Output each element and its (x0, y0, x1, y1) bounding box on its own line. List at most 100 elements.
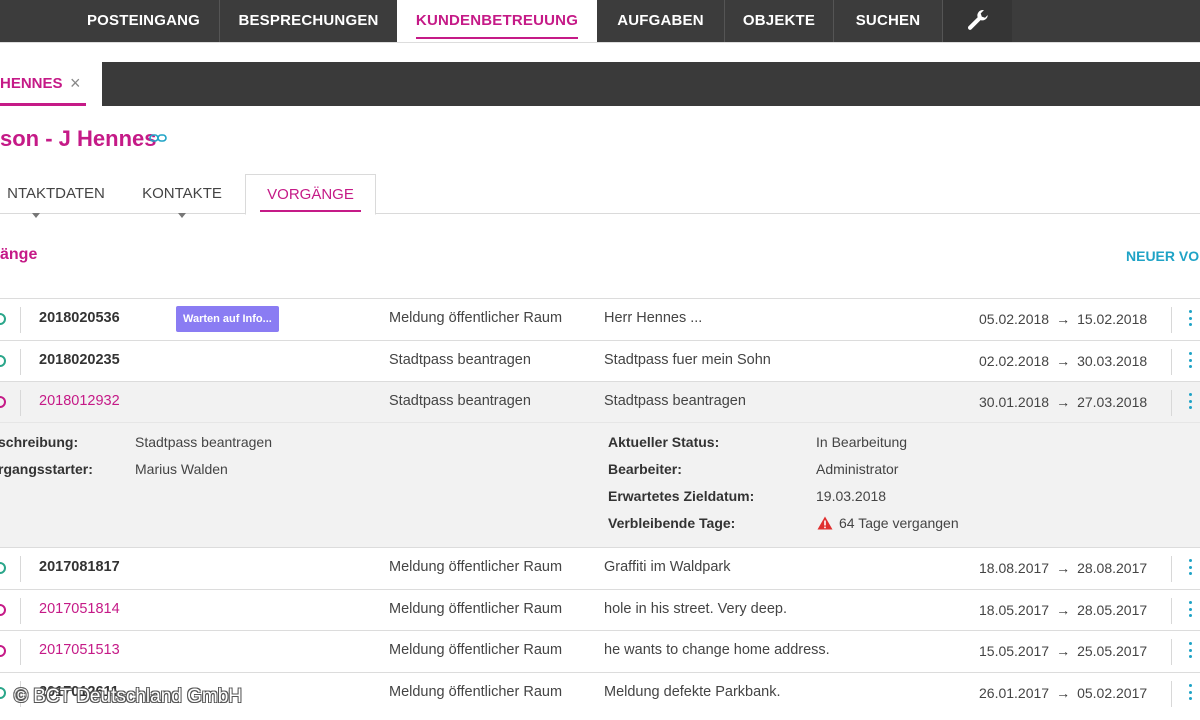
date-range: 15.05.2017 → 25.05.2017 (979, 643, 1148, 659)
more-vertical-icon[interactable] (1188, 393, 1194, 413)
status-dot (0, 687, 6, 699)
case-number: 2018020235 (39, 352, 120, 368)
warning-triangle-icon (817, 516, 833, 530)
table-row-expanded[interactable]: 2018012932 Stadtpass beantragen Stadtpas… (0, 381, 1200, 423)
case-number-link[interactable]: 2017051513 (39, 642, 120, 658)
divider (1171, 390, 1172, 416)
date-range: 05.02.2018 → 15.02.2018 (979, 311, 1148, 327)
tools-button[interactable] (942, 0, 1012, 42)
section-heading: änge (0, 246, 38, 263)
case-description: he wants to change home address. (604, 642, 830, 658)
more-vertical-icon[interactable] (1188, 310, 1194, 330)
divider (20, 598, 21, 624)
sub-tabs: NTAKTDATEN KONTAKTE VORGÄNGE (0, 174, 1200, 218)
divider (20, 349, 21, 375)
nav-suchen[interactable]: SUCHEN (833, 0, 942, 42)
case-number: 2018020536 (39, 310, 120, 326)
case-number-link[interactable]: 2018012932 (39, 393, 120, 409)
close-icon[interactable]: × (70, 73, 81, 94)
case-number-link[interactable]: 2017051814 (39, 601, 120, 617)
assignee-label: Bearbeiter: (608, 461, 682, 477)
description-label: schreibung: (0, 434, 79, 450)
case-description: hole in his street. Very deep. (604, 601, 787, 617)
nav-posteingang[interactable]: POSTEINGANG (68, 0, 219, 42)
case-type: Meldung öffentlicher Raum (389, 642, 563, 658)
divider (1171, 307, 1172, 333)
nav-aufgaben[interactable]: AUFGABEN (597, 0, 724, 42)
table-row[interactable]: 2017051513 Meldung öffentlicher Raum he … (0, 630, 1200, 672)
date-range: 26.01.2017 → 05.02.2017 (979, 685, 1148, 701)
tab-kontakte[interactable]: KONTAKTE (126, 174, 238, 214)
nav-objekte[interactable]: OBJEKTE (724, 0, 833, 42)
nav-right-filler (1012, 0, 1200, 42)
divider (1171, 349, 1172, 375)
divider (1171, 681, 1172, 707)
page-title: son - J Hennes (0, 126, 157, 151)
divider (20, 556, 21, 582)
table-row[interactable]: 2017081817 Meldung öffentlicher Raum Gra… (0, 547, 1200, 589)
wrench-icon (967, 10, 989, 30)
arrow-right-icon: → (1056, 394, 1071, 410)
nav-besprechungen[interactable]: BESPRECHUNGEN (219, 0, 397, 42)
new-case-button[interactable]: NEUER VO (1126, 248, 1199, 264)
arrow-right-icon: → (1056, 353, 1071, 369)
document-tab-label: HENNES (0, 75, 63, 92)
divider (20, 307, 21, 333)
arrow-right-icon: → (1056, 643, 1071, 659)
starter-value: Marius Walden (135, 461, 228, 477)
active-tab-underline (260, 210, 361, 212)
tab-vorgaenge[interactable]: VORGÄNGE (245, 174, 376, 215)
date-range: 30.01.2018 → 27.03.2018 (979, 394, 1148, 410)
more-vertical-icon[interactable] (1188, 352, 1194, 372)
status-dot (0, 396, 6, 408)
link-icon[interactable] (149, 131, 167, 145)
due-date-label: Erwartetes Zieldatum: (608, 488, 755, 504)
table-row[interactable]: 2018020235 Stadtpass beantragen Stadtpas… (0, 340, 1200, 382)
tab-kontaktdaten[interactable]: NTAKTDATEN (0, 174, 116, 214)
description-value: Stadtpass beantragen (135, 434, 272, 450)
document-tab-hennes[interactable]: HENNES × (0, 62, 102, 106)
date-range: 02.02.2018 → 30.03.2018 (979, 353, 1148, 369)
status-label: Aktueller Status: (608, 434, 720, 450)
table-row[interactable]: 2018020536 Warten auf Info... Meldung öf… (0, 298, 1200, 340)
divider (1171, 639, 1172, 665)
case-number: 2017081817 (39, 559, 120, 575)
arrow-right-icon: → (1056, 602, 1071, 618)
case-description: Stadtpass fuer mein Sohn (604, 352, 771, 368)
status-dot (0, 562, 6, 574)
case-description: Meldung defekte Parkbank. (604, 684, 781, 700)
case-type: Meldung öffentlicher Raum (389, 601, 563, 617)
date-range: 18.05.2017 → 28.05.2017 (979, 602, 1148, 618)
nav-divider (0, 42, 1200, 48)
more-vertical-icon[interactable] (1188, 559, 1194, 579)
more-vertical-icon[interactable] (1188, 684, 1194, 704)
due-date-value: 19.03.2018 (816, 488, 887, 504)
nav-kundenbetreuung[interactable]: KUNDENBETREUUNG (397, 0, 597, 42)
chevron-down-icon (32, 213, 40, 218)
status-dot (0, 313, 6, 325)
remaining-days-value: 64 Tage vergangen (839, 515, 959, 531)
case-type: Stadtpass beantragen (389, 393, 531, 409)
case-type: Stadtpass beantragen (389, 352, 531, 368)
date-range: 18.08.2017 → 28.08.2017 (979, 560, 1148, 576)
more-vertical-icon[interactable] (1188, 642, 1194, 662)
arrow-right-icon: → (1056, 560, 1071, 576)
nav-left-filler (0, 0, 68, 42)
table-row[interactable]: 2017051814 Meldung öffentlicher Raum hol… (0, 589, 1200, 631)
chevron-down-icon (178, 213, 186, 218)
starter-label: rgangsstarter: (0, 461, 93, 477)
case-description: Herr Hennes ... (604, 310, 703, 326)
document-tab-strip: HENNES × (0, 62, 1200, 106)
status-badge: Warten auf Info... (176, 306, 279, 332)
case-description: Graffiti im Waldpark (604, 559, 731, 575)
arrow-right-icon: → (1056, 311, 1071, 327)
remaining-days-label: Verbleibende Tage: (608, 515, 736, 531)
status-dot (0, 355, 6, 367)
divider (20, 390, 21, 416)
divider (1171, 556, 1172, 582)
more-vertical-icon[interactable] (1188, 601, 1194, 621)
arrow-right-icon: → (1056, 685, 1071, 701)
case-type: Meldung öffentlicher Raum (389, 684, 563, 700)
status-value: In Bearbeitung (816, 434, 908, 450)
case-detail-panel: schreibung: Stadtpass beantragen rgangss… (0, 422, 1200, 548)
